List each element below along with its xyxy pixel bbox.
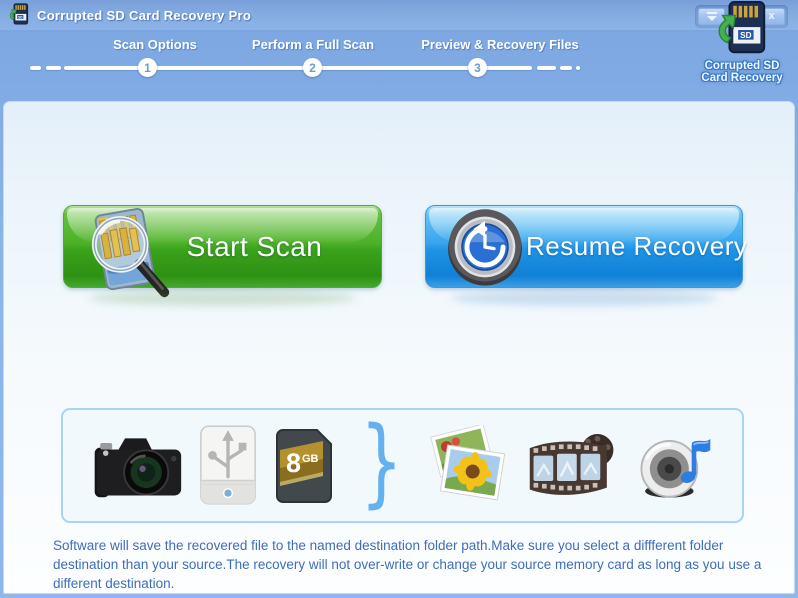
sd-card-logo-icon: SD bbox=[718, 1, 766, 54]
start-scan-label: Start Scan bbox=[186, 230, 323, 262]
resume-recovery-label: Resume Recovery bbox=[526, 231, 748, 261]
wizard-header: Scan Options Perform a Full Scan Preview… bbox=[0, 30, 798, 102]
destination-note: Software will save the recovered file to… bbox=[53, 538, 762, 591]
curly-brace: } bbox=[360, 405, 403, 518]
progress-dash bbox=[30, 66, 41, 70]
audio-speaker-icon bbox=[634, 429, 714, 503]
step-label-full-scan: Perform a Full Scan bbox=[251, 37, 375, 52]
photos-icon bbox=[426, 424, 512, 507]
progress-dash bbox=[537, 66, 556, 70]
window-title: Corrupted SD Card Recovery Pro bbox=[37, 7, 252, 23]
step-circle-2: 2 bbox=[303, 58, 322, 77]
time-machine-icon bbox=[444, 206, 526, 288]
logo-sd-label: SD bbox=[740, 31, 751, 40]
title-bar[interactable]: SD Corrupted SD Card Recovery Pro – x bbox=[0, 0, 798, 30]
progress-line bbox=[64, 66, 532, 70]
sd-capacity-unit: GB bbox=[302, 453, 319, 465]
app-logo: SD Corrupted SD Card Recovery bbox=[690, 0, 794, 84]
step-label-preview-recovery: Preview & Recovery Files bbox=[421, 37, 579, 52]
sd-card-magnifier-icon bbox=[78, 206, 174, 302]
logo-text-line2: Card Recovery bbox=[701, 72, 783, 84]
camera-icon bbox=[91, 431, 183, 501]
progress-dash bbox=[576, 66, 580, 70]
film-strip-icon bbox=[526, 429, 620, 503]
app-window: SD Corrupted SD Card Recovery Pro – x Sc… bbox=[0, 0, 798, 598]
supported-media-panel: 8 GB } bbox=[61, 408, 744, 523]
step-label-scan-options: Scan Options bbox=[113, 37, 197, 52]
svg-text:SD: SD bbox=[18, 15, 23, 19]
progress-dash bbox=[560, 66, 572, 70]
usb-drive-icon bbox=[197, 424, 259, 508]
logo-text-line1: Corrupted SD bbox=[704, 60, 780, 72]
sd-card-icon: 8 GB bbox=[273, 428, 337, 504]
app-icon: SD bbox=[8, 3, 30, 27]
progress-dash bbox=[46, 66, 61, 70]
step-circle-1: 1 bbox=[138, 58, 157, 77]
start-scan-button[interactable]: Start Scan bbox=[63, 205, 382, 297]
content-panel: Start Scan Resume Recovery 8 GB} Softwa… bbox=[3, 101, 795, 594]
resume-recovery-button[interactable]: Resume Recovery bbox=[425, 205, 747, 288]
step-circle-3: 3 bbox=[468, 58, 487, 77]
sd-capacity-number: 8 bbox=[286, 448, 301, 478]
